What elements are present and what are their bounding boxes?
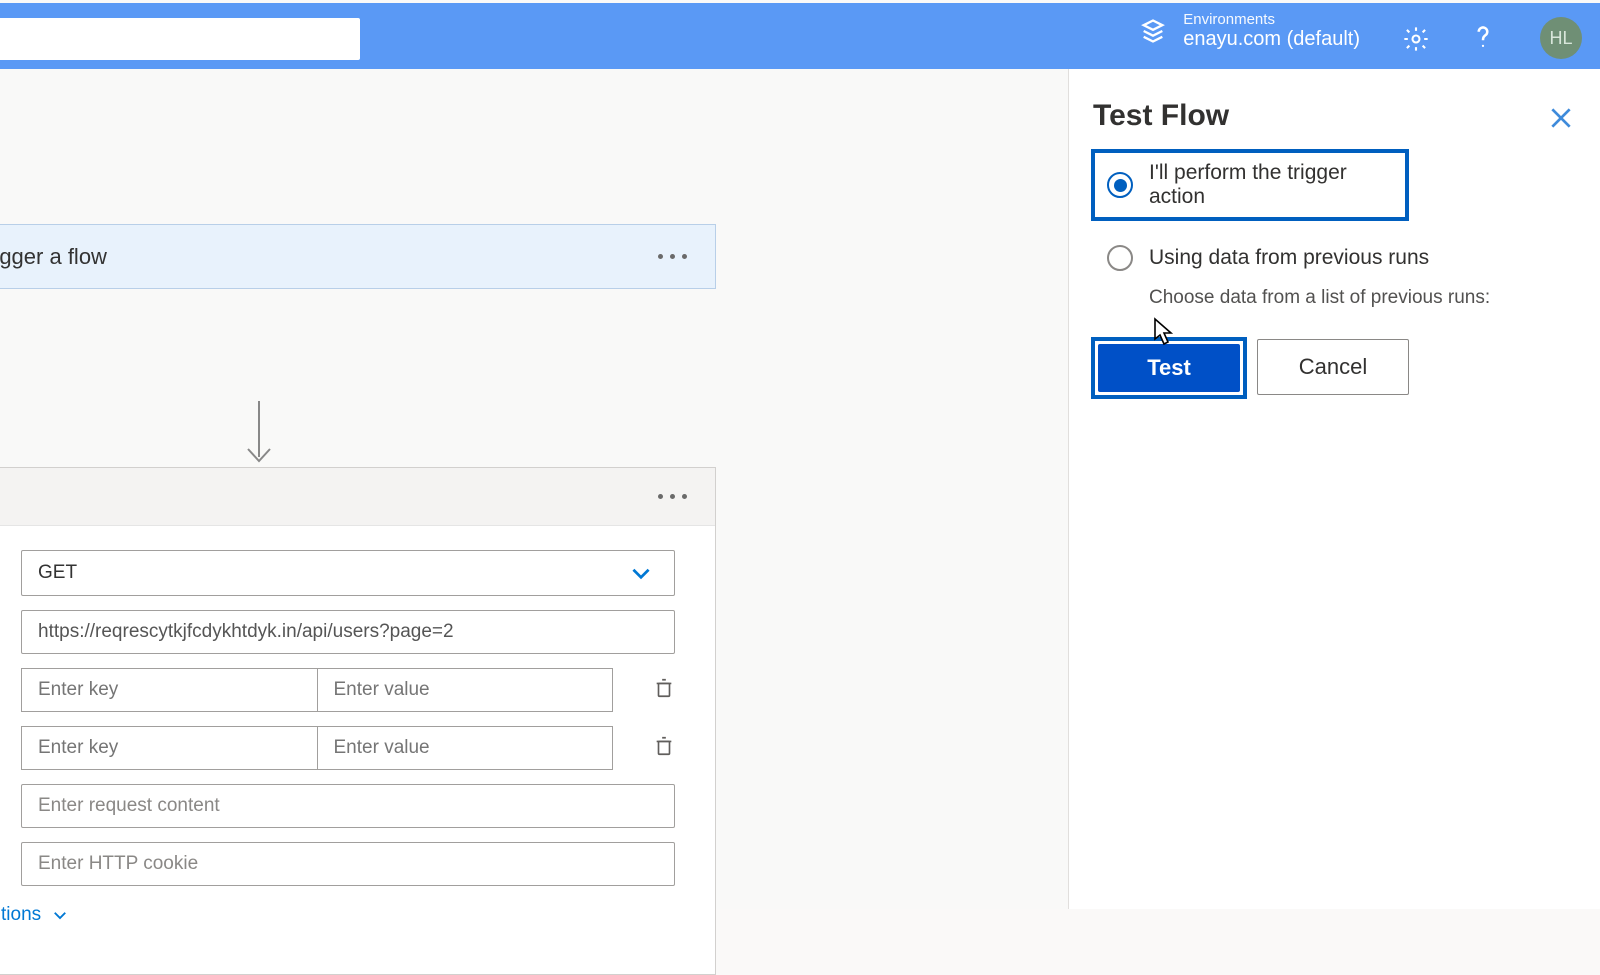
radio-previous-runs[interactable]: Using data from previous runs: [1107, 235, 1562, 281]
cancel-button-label: Cancel: [1299, 354, 1367, 380]
http-method-select[interactable]: GET: [21, 550, 675, 596]
test-button-focus-ring: Test: [1093, 339, 1245, 397]
test-button-label: Test: [1147, 355, 1191, 381]
header-key-input-1[interactable]: [21, 668, 317, 712]
radio-icon-selected: [1107, 172, 1133, 198]
trigger-card[interactable]: trigger a flow: [0, 224, 716, 289]
close-panel-button[interactable]: [1548, 105, 1574, 136]
environments-icon: [1139, 17, 1167, 45]
http-cookie-input[interactable]: [21, 842, 675, 886]
http-action-card[interactable]: GET: [0, 467, 716, 975]
chevron-down-icon: [628, 560, 654, 586]
http-url-input[interactable]: [21, 610, 675, 654]
radio-previous-sublabel: Choose data from a list of previous runs…: [1149, 287, 1562, 309]
question-icon: [1466, 19, 1500, 53]
delete-icon: [653, 735, 675, 757]
close-icon: [1548, 105, 1574, 131]
avatar-initials: HL: [1549, 28, 1572, 49]
radio-icon-unselected: [1107, 245, 1133, 271]
http-method-value: GET: [38, 562, 77, 584]
http-body-input[interactable]: [21, 784, 675, 828]
user-avatar[interactable]: HL: [1540, 17, 1582, 59]
search-input[interactable]: [0, 18, 360, 60]
radio-manual-label: I'll perform the trigger action: [1149, 161, 1393, 209]
trigger-more-button[interactable]: [658, 254, 687, 259]
action-more-button[interactable]: [658, 494, 687, 499]
app-header: Environments enayu.com (default) HL: [0, 3, 1600, 69]
delete-header-button-2[interactable]: [653, 735, 675, 762]
advanced-options-label: tions: [1, 904, 41, 926]
chevron-down-icon: [51, 906, 69, 924]
connector-arrow: [244, 401, 274, 474]
header-key-input-2[interactable]: [21, 726, 317, 770]
advanced-options-toggle[interactable]: tions: [1, 904, 69, 926]
environment-value: enayu.com (default): [1183, 28, 1360, 51]
delete-header-button-1[interactable]: [653, 677, 675, 704]
settings-button[interactable]: [1402, 25, 1430, 58]
test-button[interactable]: Test: [1098, 344, 1240, 392]
cancel-button[interactable]: Cancel: [1257, 339, 1409, 395]
header-value-input-1[interactable]: [317, 668, 614, 712]
action-card-header: [0, 468, 715, 526]
environment-selector[interactable]: Environments enayu.com (default): [1139, 11, 1360, 51]
trigger-title: trigger a flow: [0, 244, 107, 270]
radio-manual-trigger[interactable]: I'll perform the trigger action: [1093, 151, 1407, 219]
environments-label: Environments: [1183, 11, 1360, 28]
gear-icon: [1402, 25, 1430, 53]
delete-icon: [653, 677, 675, 699]
header-value-input-2[interactable]: [317, 726, 614, 770]
test-flow-panel: Test Flow I'll perform the trigger actio…: [1068, 69, 1600, 909]
panel-title: Test Flow: [1093, 99, 1576, 133]
help-button[interactable]: [1466, 19, 1500, 58]
radio-previous-label: Using data from previous runs: [1149, 246, 1429, 270]
flow-canvas: trigger a flow put GET: [0, 69, 1070, 909]
